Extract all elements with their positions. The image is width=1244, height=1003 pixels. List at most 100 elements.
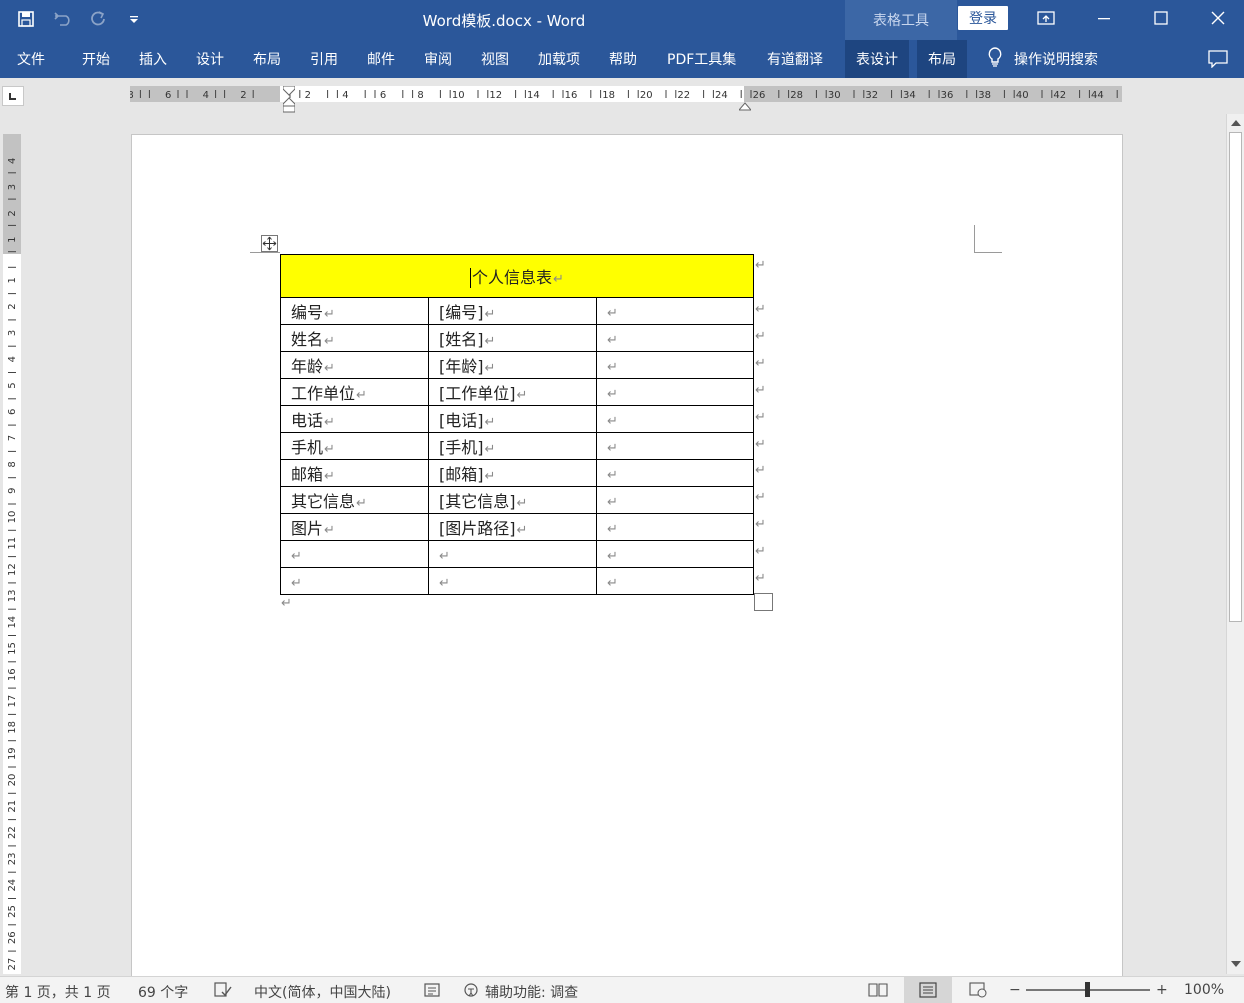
scroll-down-icon[interactable]	[1229, 957, 1243, 971]
table-cell-picture-3[interactable]: ↵	[596, 513, 754, 541]
vertical-ruler[interactable]: 4 3 2 1 1 2 3 4 5 6 7 8 9 10 11 12 13 14 15 16 17 18 19 20 21 22 2…	[3, 134, 21, 974]
word-count[interactable]: 69 个字	[138, 982, 188, 1002]
tab-youdao-translate[interactable]: 有道翻译	[767, 40, 823, 78]
ruler-label: 2	[305, 90, 311, 101]
hanging-indent-marker[interactable]	[282, 97, 296, 113]
table-resize-handle[interactable]	[754, 593, 773, 611]
tab-help[interactable]: 帮助	[609, 40, 637, 78]
table-cell-email-2[interactable]: [邮箱]↵	[428, 459, 597, 487]
table-cell-phone-2[interactable]: [电话]↵	[428, 405, 597, 433]
right-indent-marker[interactable]	[737, 97, 753, 111]
tell-me-search[interactable]: 操作说明搜索	[988, 40, 1098, 78]
print-layout-icon[interactable]	[918, 982, 938, 998]
tab-layout[interactable]: 布局	[253, 40, 281, 78]
tab-review[interactable]: 审阅	[424, 40, 452, 78]
ribbon-display-options-icon[interactable]	[1018, 0, 1074, 36]
end-of-row-mark: ↵	[755, 517, 766, 532]
table-row: 工作单位↵ [工作单位]↵ ↵	[280, 378, 754, 406]
info-table[interactable]: 个人信息表↵ 编号↵ [编号]↵ ↵ 姓名↵ [姓名]↵ ↵ 年龄↵ [年龄]↵ ↵ 工作单位↵[…	[280, 254, 754, 595]
table-cell-name-3[interactable]: ↵	[596, 324, 754, 352]
web-layout-icon[interactable]	[968, 982, 988, 998]
table-cell-mobile-3[interactable]: ↵	[596, 432, 754, 460]
table-cell-email-3[interactable]: ↵	[596, 459, 754, 487]
table-cell-employer-2[interactable]: [工作单位]↵	[428, 378, 597, 406]
horizontal-ruler[interactable]: 8 6 4 2 2 4 6 8 10 12 14 16 18 20 22 24 26 28 30 32 34 36 38 40…	[130, 86, 1122, 102]
table-row: ↵ ↵ ↵	[280, 540, 754, 568]
vertical-scrollbar[interactable]	[1226, 114, 1244, 974]
table-row: 手机↵ [手机]↵ ↵	[280, 432, 754, 460]
table-row: ↵ ↵ ↵	[280, 567, 754, 595]
table-cell-empty-2-1[interactable]: ↵	[280, 567, 429, 595]
table-move-handle[interactable]	[261, 235, 278, 252]
close-icon[interactable]	[1190, 0, 1244, 36]
table-cell-empty-1-1[interactable]: ↵	[280, 540, 429, 568]
table-cell-age-3[interactable]: ↵	[596, 351, 754, 379]
table-cell-empty-1-2[interactable]: ↵	[428, 540, 597, 568]
tab-view[interactable]: 视图	[481, 40, 509, 78]
accessibility-status[interactable]: 辅助功能: 调查	[485, 982, 578, 1002]
tab-mailings[interactable]: 邮件	[367, 40, 395, 78]
login-button[interactable]: 登录	[958, 6, 1008, 30]
scroll-up-icon[interactable]	[1229, 116, 1243, 130]
table-cell-age-2[interactable]: [年龄]↵	[428, 351, 597, 379]
end-of-row-mark: ↵	[755, 544, 766, 559]
tab-home[interactable]: 开始	[82, 40, 110, 78]
tab-table-design[interactable]: 表设计	[845, 40, 909, 78]
tab-file[interactable]: 文件	[17, 40, 45, 78]
macro-recording-icon[interactable]	[423, 982, 443, 998]
table-cell-id-1[interactable]: 编号↵	[280, 297, 429, 325]
end-of-row-mark: ↵	[755, 302, 766, 317]
table-cell-email-1[interactable]: 邮箱↵	[280, 459, 429, 487]
table-cell-empty-1-3[interactable]: ↵	[596, 540, 754, 568]
tab-pdf-tools[interactable]: PDF工具集	[667, 40, 736, 78]
table-cell-picture-2[interactable]: [图片路径]↵	[428, 513, 597, 541]
ruler-label: 8	[417, 90, 423, 101]
maximize-icon[interactable]	[1133, 0, 1189, 36]
tab-design[interactable]: 设计	[196, 40, 224, 78]
tab-references[interactable]: 引用	[310, 40, 338, 78]
table-cell-phone-3[interactable]: ↵	[596, 405, 754, 433]
ruler-label: 18	[7, 721, 18, 734]
table-title-cell[interactable]: 个人信息表↵	[280, 254, 754, 298]
paragraph-mark: ↵	[607, 386, 618, 402]
page-count[interactable]: 第 1 页，共 1 页	[5, 982, 111, 1002]
tab-table-layout[interactable]: 布局	[917, 40, 967, 78]
zoom-slider-thumb[interactable]	[1085, 982, 1090, 997]
language-indicator[interactable]: 中文(简体，中国大陆)	[254, 982, 391, 1002]
zoom-in-button[interactable]: +	[1156, 982, 1168, 998]
zoom-out-button[interactable]: −	[1009, 982, 1021, 998]
table-cell-other-info-1[interactable]: 其它信息↵	[280, 486, 429, 514]
minimize-icon[interactable]	[1076, 0, 1132, 36]
comments-icon[interactable]	[1206, 48, 1230, 70]
table-cell-age-1[interactable]: 年龄↵	[280, 351, 429, 379]
zoom-level[interactable]: 100%	[1184, 982, 1224, 998]
ruler-label: 4	[203, 90, 209, 101]
tell-me-label: 操作说明搜索	[1014, 52, 1098, 68]
cell-text: [年龄]	[439, 357, 484, 376]
table-cell-empty-2-2[interactable]: ↵	[428, 567, 597, 595]
ruler-label: 24	[7, 879, 18, 892]
table-cell-name-1[interactable]: 姓名↵	[280, 324, 429, 352]
paragraph-mark: ↵	[484, 307, 496, 322]
table-cell-name-2[interactable]: [姓名]↵	[428, 324, 597, 352]
table-cell-id-3[interactable]: ↵	[596, 297, 754, 325]
table-cell-other-info-3[interactable]: ↵	[596, 486, 754, 514]
tab-addins[interactable]: 加载项	[538, 40, 580, 78]
table-cell-phone-1[interactable]: 电话↵	[280, 405, 429, 433]
table-cell-picture-1[interactable]: 图片↵	[280, 513, 429, 541]
first-line-indent-marker[interactable]	[282, 81, 296, 96]
table-cell-mobile-2[interactable]: [手机]↵	[428, 432, 597, 460]
table-cell-other-info-2[interactable]: [其它信息]↵	[428, 486, 597, 514]
accessibility-icon[interactable]	[462, 982, 482, 998]
table-cell-id-2[interactable]: [编号]↵	[428, 297, 597, 325]
scrollbar-thumb[interactable]	[1229, 132, 1242, 622]
table-cell-mobile-1[interactable]: 手机↵	[280, 432, 429, 460]
tab-insert[interactable]: 插入	[139, 40, 167, 78]
table-cell-employer-1[interactable]: 工作单位↵	[280, 378, 429, 406]
table-cell-empty-2-3[interactable]: ↵	[596, 567, 754, 595]
ruler-label: 28	[790, 90, 803, 101]
proofing-icon[interactable]	[213, 982, 233, 998]
table-cell-employer-3[interactable]: ↵	[596, 378, 754, 406]
read-mode-icon[interactable]	[868, 982, 888, 998]
tab-stop-selector[interactable]	[2, 86, 24, 106]
